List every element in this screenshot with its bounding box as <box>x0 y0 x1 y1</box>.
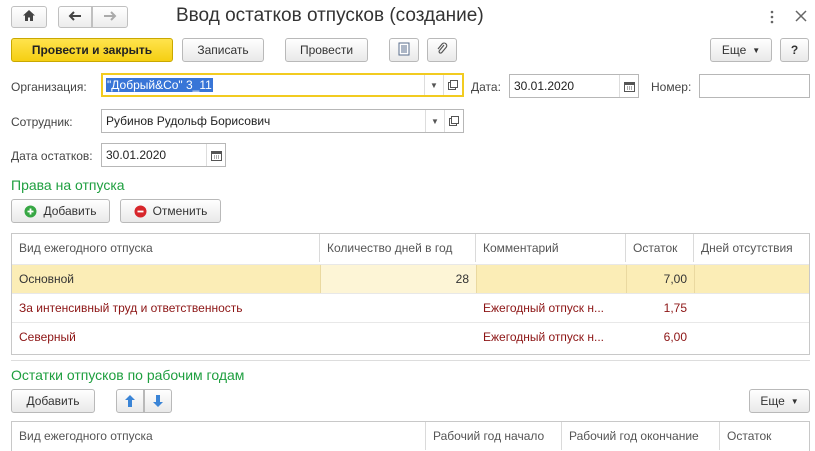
employee-label: Сотрудник: <box>11 115 73 129</box>
employee-value: Рубинов Рудольф Борисович <box>106 114 271 128</box>
rights-add-label: Добавить <box>43 204 97 218</box>
calendar-icon[interactable] <box>619 75 638 97</box>
arrow-down-icon <box>153 395 163 407</box>
section-divider <box>11 360 810 361</box>
arrow-left-icon <box>68 10 82 24</box>
chevron-down-icon[interactable]: ▼ <box>424 75 443 95</box>
cell-type: Основной <box>19 272 75 286</box>
employee-field[interactable]: Рубинов Рудольф Борисович ▼ <box>101 109 464 133</box>
menu-dots-icon[interactable] <box>769 9 775 25</box>
cell-days: 28 <box>320 265 476 293</box>
back-button[interactable] <box>58 6 92 28</box>
rights-table[interactable]: Вид ежегодного отпуска Количество дней в… <box>11 233 810 355</box>
save-label: Записать <box>197 43 249 57</box>
attach-button[interactable] <box>427 38 457 62</box>
cell-days <box>320 294 476 322</box>
cell-balance: 1,75 <box>663 301 687 315</box>
table-row[interactable]: Северный Ежегодный отпуск н... 6,00 <box>12 322 809 351</box>
column-header-absence[interactable]: Дней отсутствия <box>694 234 809 262</box>
post-label: Провести <box>299 43 354 57</box>
save-button[interactable]: Записать <box>182 38 264 62</box>
cell-absence <box>694 323 809 351</box>
close-icon[interactable] <box>795 10 809 24</box>
cell-absence <box>694 294 809 322</box>
column-header-balance[interactable]: Остаток <box>626 234 694 262</box>
column-header-year-end[interactable]: Рабочий год окончание <box>562 422 720 450</box>
column-header-days[interactable]: Количество дней в год <box>320 234 476 262</box>
arrow-up-icon <box>125 395 135 407</box>
report-button[interactable] <box>389 38 419 62</box>
column-header-balance[interactable]: Остаток <box>720 422 809 450</box>
cell-type: За интенсивный труд и ответственность <box>19 301 243 315</box>
cell-comment: Ежегодный отпуск н... <box>483 301 605 315</box>
help-button[interactable]: ? <box>780 38 809 62</box>
minus-circle-icon <box>134 205 147 218</box>
chevron-down-icon[interactable]: ▼ <box>425 110 444 132</box>
window-title: Ввод остатков отпусков (создание) <box>176 5 484 26</box>
cell-comment: Ежегодный отпуск н... <box>483 330 605 344</box>
balances-add-button[interactable]: Добавить <box>11 389 95 413</box>
column-header-type[interactable]: Вид ежегодного отпуска <box>12 234 320 262</box>
org-field[interactable]: "Добрый&Со" 3_11 ▼ <box>101 73 464 97</box>
more-button[interactable]: Еще ▼ <box>710 38 772 62</box>
rights-add-button[interactable]: Добавить <box>11 199 110 223</box>
balances-add-label: Добавить <box>26 394 80 408</box>
rights-section-title: Права на отпуска <box>11 177 125 193</box>
org-label: Организация: <box>11 80 87 94</box>
date-field[interactable]: 30.01.2020 <box>509 74 639 98</box>
cell-balance: 7,00 <box>626 265 694 293</box>
number-field[interactable] <box>699 74 810 98</box>
balance-date-value: 30.01.2020 <box>106 148 167 162</box>
table-row[interactable]: Основной 28 7,00 <box>12 264 809 293</box>
more-label: Еще <box>721 43 747 57</box>
cell-balance: 6,00 <box>663 330 687 344</box>
post-and-close-button[interactable]: Провести и закрыть <box>11 38 173 62</box>
balances-table[interactable]: Вид ежегодного отпуска Рабочий год начал… <box>11 421 810 451</box>
home-button[interactable] <box>11 6 47 28</box>
column-header-comment[interactable]: Комментарий <box>476 234 626 262</box>
move-up-button[interactable] <box>116 389 144 413</box>
plus-circle-icon <box>24 205 37 218</box>
report-icon <box>398 42 410 59</box>
post-button[interactable]: Провести <box>285 38 368 62</box>
move-down-button[interactable] <box>144 389 172 413</box>
rights-cancel-button[interactable]: Отменить <box>120 199 221 223</box>
org-value: "Добрый&Со" 3_11 <box>106 78 213 92</box>
open-icon[interactable] <box>444 110 463 132</box>
help-label: ? <box>790 43 799 57</box>
cell-comment <box>476 265 626 293</box>
date-value: 30.01.2020 <box>514 79 575 93</box>
paperclip-icon <box>436 41 448 59</box>
column-header-year-start[interactable]: Рабочий год начало <box>426 422 562 450</box>
table-row[interactable]: За интенсивный труд и ответственность Еж… <box>12 293 809 322</box>
post-and-close-label: Провести и закрыть <box>31 43 153 57</box>
open-icon[interactable] <box>443 75 462 95</box>
cell-type: Северный <box>19 330 76 344</box>
cell-absence <box>694 265 809 293</box>
balances-section-title: Остатки отпусков по рабочим годам <box>11 367 245 383</box>
forward-button[interactable] <box>92 6 128 28</box>
number-label: Номер: <box>651 80 692 94</box>
rights-cancel-label: Отменить <box>152 204 208 218</box>
balance-date-label: Дата остатков: <box>11 149 93 163</box>
chevron-down-icon: ▼ <box>752 45 761 55</box>
balance-date-field[interactable]: 30.01.2020 <box>101 143 226 167</box>
column-header-type[interactable]: Вид ежегодного отпуска <box>12 422 426 450</box>
home-icon <box>22 9 36 25</box>
balances-more-label: Еще <box>760 394 785 408</box>
chevron-down-icon: ▼ <box>790 396 799 406</box>
arrow-right-icon <box>103 10 117 24</box>
cell-days <box>320 323 476 351</box>
balances-more-button[interactable]: Еще ▼ <box>749 389 810 413</box>
date-label: Дата: <box>471 80 501 94</box>
calendar-icon[interactable] <box>206 144 225 166</box>
